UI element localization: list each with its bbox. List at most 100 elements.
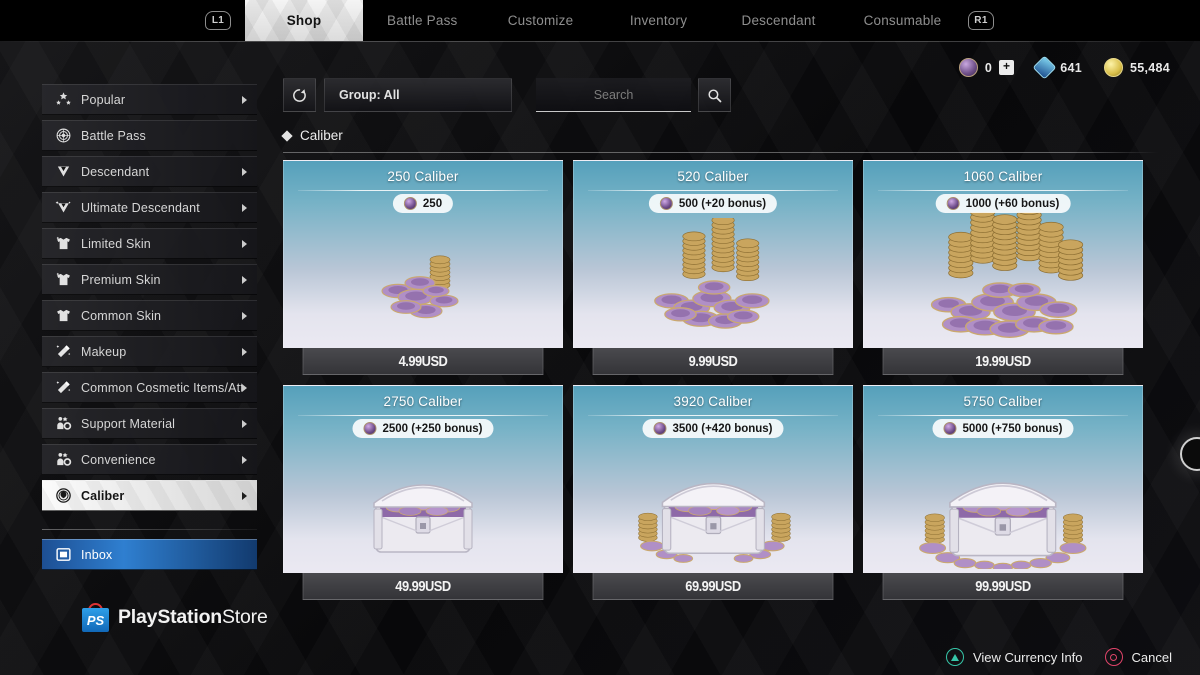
sidebar-item-label: Limited Skin	[81, 236, 151, 251]
product-title: 5750 Caliber	[963, 394, 1043, 409]
sidebar-item-label: Inbox	[81, 547, 113, 562]
sidebar-item-label: Battle Pass	[81, 128, 146, 143]
product-amount-badge: 250	[392, 194, 454, 213]
shop-main-panel: Group: All Search Caliber 250 Caliber 250…	[281, 78, 1158, 600]
sidebar-item-support-material[interactable]: Support Material	[42, 408, 257, 439]
l1-shoulder-button[interactable]: L1	[205, 11, 231, 30]
shirt-sparkle-icon	[54, 235, 72, 253]
sidebar-item-label: Caliber	[81, 488, 125, 503]
product-price[interactable]: 99.99USD	[882, 573, 1124, 600]
product-amount-label: 250	[422, 197, 443, 210]
group-filter-dropdown[interactable]: Group: All	[324, 78, 512, 112]
currency-gem[interactable]: 641	[1032, 55, 1082, 80]
sidebar-item-convenience[interactable]: Convenience	[42, 444, 257, 475]
currency-gold[interactable]: 55,484	[1103, 58, 1170, 77]
currency-caliber[interactable]: 0 +	[958, 58, 1015, 77]
r1-shoulder-button[interactable]: R1	[968, 11, 994, 30]
sidebar-item-limited-skin[interactable]: Limited Skin	[42, 228, 257, 259]
tab-consumable[interactable]: Consumable	[840, 0, 966, 41]
product-price[interactable]: 9.99USD	[592, 348, 834, 375]
product-amount-label: 3500 (+420 bonus)	[672, 422, 773, 435]
tab-descendant[interactable]: Descendant	[718, 0, 840, 41]
caliber-amount: 0	[984, 60, 993, 75]
tab-customize[interactable]: Customize	[482, 0, 600, 41]
sidebar-item-common-skin[interactable]: Common Skin	[42, 300, 257, 331]
product-title-rule	[878, 190, 1128, 191]
magnifier-icon	[708, 88, 722, 102]
sidebar-item-label: Premium Skin	[81, 272, 161, 287]
support-material-icon	[54, 415, 72, 433]
tab-shop[interactable]: Shop	[245, 0, 363, 41]
sidebar-item-makeup[interactable]: Makeup	[42, 336, 257, 367]
sidebar-item-battle-pass[interactable]: Battle Pass	[42, 120, 257, 151]
sidebar-item-caliber[interactable]: Caliber	[42, 480, 257, 511]
sidebar-item-inbox[interactable]: Inbox	[42, 539, 257, 570]
product-art-coins-small-icon	[284, 219, 562, 340]
product-amount-badge: 3500 (+420 bonus)	[642, 419, 784, 438]
product-art-chest-large-icon	[864, 444, 1142, 570]
search-button[interactable]	[698, 78, 731, 112]
shirt-sparkle-icon	[54, 271, 72, 289]
product-price[interactable]: 69.99USD	[592, 573, 834, 600]
hint-view-currency-info[interactable]: View Currency Info	[945, 648, 1083, 666]
product-card[interactable]: 250 Caliber 250 4.99USD	[283, 160, 563, 375]
store-brand: PlayStation	[118, 606, 222, 628]
product-price[interactable]: 49.99USD	[302, 573, 544, 600]
product-amount-badge: 1000 (+60 bonus)	[935, 194, 1071, 213]
product-amount-badge: 2500 (+250 bonus)	[352, 419, 494, 438]
section-title: Caliber	[300, 128, 343, 143]
sidebar-item-label: Common Skin	[81, 308, 162, 323]
sidebar-item-premium-skin[interactable]: Premium Skin	[42, 264, 257, 295]
product-card[interactable]: 520 Caliber 500 (+20 bonus) 9.99USD	[573, 160, 853, 375]
refresh-button[interactable]	[283, 78, 316, 112]
ultimate-descendant-icon	[54, 199, 72, 217]
product-price[interactable]: 19.99USD	[882, 348, 1124, 375]
search-input[interactable]: Search	[536, 78, 691, 112]
sidebar-item-label: Popular	[81, 92, 126, 107]
caliber-coin-icon	[653, 422, 667, 435]
product-artwork: 5750 Caliber 5000 (+750 bonus)	[863, 385, 1143, 573]
chevron-right-icon	[242, 167, 247, 176]
product-grid: 250 Caliber 250 4.99USD 520 Caliber 500 (+20…	[283, 160, 1158, 600]
hint-cancel[interactable]: Cancel	[1104, 648, 1172, 666]
sidebar-item-ultimate-descendant[interactable]: Ultimate Descendant	[42, 192, 257, 223]
product-art-chest-small-icon	[284, 444, 562, 565]
add-caliber-button[interactable]: +	[999, 60, 1015, 75]
product-card[interactable]: 3920 Caliber 3500 (+420 bonus) 69.99USD	[573, 385, 853, 600]
tab-label: Customize	[507, 13, 574, 28]
chevron-right-icon	[242, 311, 247, 320]
chevron-right-icon	[242, 347, 247, 356]
battle-pass-icon	[54, 127, 72, 145]
gem-amount: 641	[1060, 60, 1082, 75]
tab-label: Consumable	[863, 13, 942, 28]
product-card[interactable]: 2750 Caliber 2500 (+250 bonus) 49.99USD	[283, 385, 563, 600]
sidebar-item-common-cosmetic-items-atta[interactable]: Common Cosmetic Items/Atta	[42, 372, 257, 403]
product-title: 250 Caliber	[387, 169, 459, 184]
product-title-rule	[298, 415, 548, 416]
right-edge-orb[interactable]	[1180, 437, 1200, 471]
wand-icon	[54, 379, 72, 397]
hint-label: Cancel	[1131, 649, 1172, 665]
product-price[interactable]: 4.99USD	[302, 348, 544, 375]
tab-battle-pass[interactable]: Battle Pass	[363, 0, 482, 41]
button-hints: View Currency Info Cancel	[945, 648, 1172, 666]
product-card[interactable]: 1060 Caliber 1000 (+60 bonus) 19.99USD	[863, 160, 1143, 375]
diamond-icon	[281, 129, 293, 142]
refresh-icon	[293, 88, 306, 102]
playstation-store-logo: PS PlayStationStore	[82, 603, 268, 632]
product-art-coins-medium-icon	[574, 217, 852, 340]
sidebar-item-popular[interactable]: Popular	[42, 84, 257, 115]
product-title-rule	[298, 190, 548, 191]
playstation-bag-icon: PS	[82, 603, 109, 632]
sidebar-item-descendant[interactable]: Descendant	[42, 156, 257, 187]
caliber-coin-icon	[946, 197, 960, 210]
section-rule	[283, 152, 1158, 153]
caliber-coin-icon	[943, 422, 957, 435]
sidebar-item-label: Ultimate Descendant	[81, 200, 200, 215]
product-title-rule	[588, 415, 838, 416]
sidebar-item-label: Makeup	[81, 344, 127, 359]
product-card[interactable]: 5750 Caliber 5000 (+750 bonus) 99.99USD	[863, 385, 1143, 600]
caliber-coin-icon	[659, 197, 673, 210]
tab-inventory[interactable]: Inventory	[600, 0, 718, 41]
product-amount-label: 2500 (+250 bonus)	[382, 422, 483, 435]
